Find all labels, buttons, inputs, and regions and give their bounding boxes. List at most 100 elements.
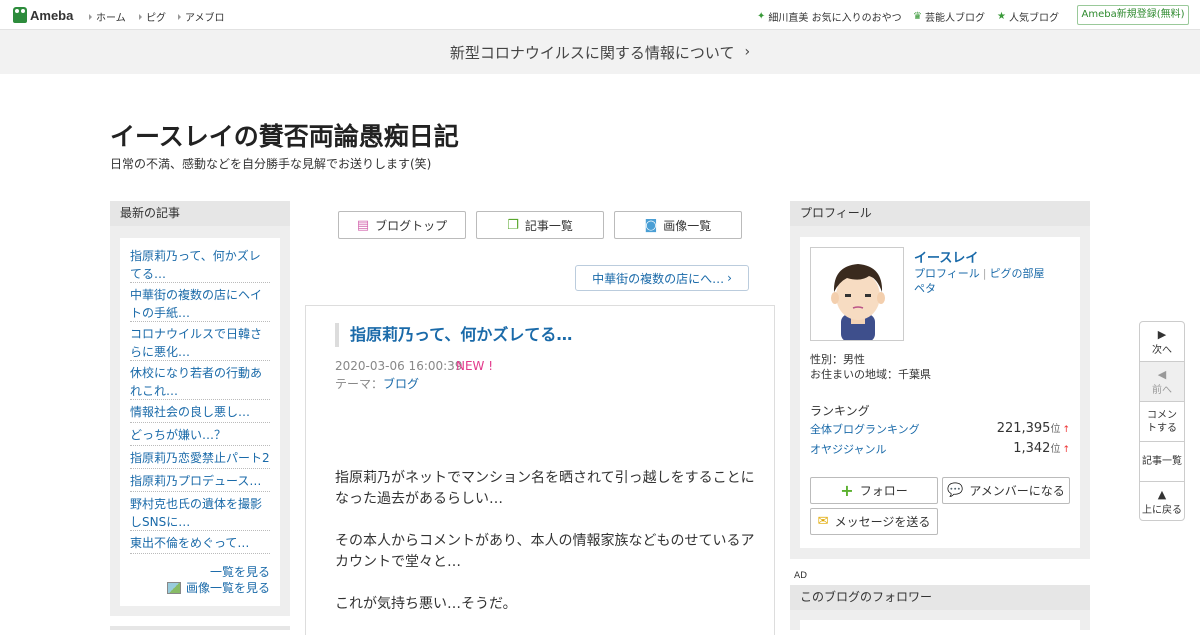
avatar-image [811,248,903,340]
profile-header: プロフィール [790,201,1090,226]
ranking-value: 221,395位 ↑ [997,420,1070,436]
blog-title[interactable]: イースレイの賛否両論愚痴日記 [110,117,459,153]
frog-logo-icon [13,7,27,23]
see-images-link[interactable]: 画像一覧を見る [130,579,270,596]
comment-button[interactable]: コメントする [1140,402,1184,442]
signup-button[interactable]: Ameba新規登録(無料) [1077,5,1189,25]
nav-popular-blog[interactable]: ★ 人気ブログ [997,9,1059,24]
image-list-icon [166,582,181,594]
play-right-icon: ▶ [1157,328,1167,341]
sparkle-icon: ✦ [757,11,766,22]
next-post-button[interactable]: 中華街の複数の店にへ… › [575,265,749,291]
followers-body [800,620,1080,630]
amember-label: アメンバーになる [969,484,1065,498]
theme-label: テーマ： [335,377,384,391]
document-icon: ▤ [356,217,370,233]
image-list-button[interactable]: ◙ 画像一覧 [614,211,742,239]
play-left-icon: ◀ [1157,368,1167,381]
nav-ameblo[interactable]: アメブロ [178,9,225,24]
triangle-up-icon: ▲ [1157,488,1167,501]
follow-button[interactable]: + フォロー [810,477,938,504]
avatar[interactable] [810,247,904,341]
theme-link[interactable]: ブログ [383,377,419,391]
region-info: お住まいの地域：千葉県 [810,368,931,381]
follow-label: フォロー [859,484,908,498]
gender-info: 性別：男性 [810,353,865,366]
next-post-label: 中華街の複数の店にへ… [592,271,725,286]
recent-post-link[interactable]: 指原莉乃って、何かズレてる… [130,247,270,283]
recent-posts-header: 最新の記事 [110,201,290,226]
ad-label: AD [794,571,808,581]
amember-button[interactable]: 💬 アメンバーになる [942,477,1070,504]
crown-icon: ♛ [913,11,922,22]
nav-favorite-snack-label: 細川直美 お気に入りのおやつ [768,13,902,24]
camera-icon: ◙ [644,217,658,233]
nav-popular-blog-label: 人気ブログ [1008,13,1059,24]
nav-celebrity-blog[interactable]: ♛ 芸能人ブログ [913,9,985,24]
ranking-label[interactable]: オヤジジャンル [810,441,886,457]
article-date: 2020-03-06 16:00:39 [335,359,463,373]
peta-link[interactable]: ペタ [914,282,936,295]
back-to-top-button[interactable]: ▲ 上に戻る [1140,482,1184,520]
ranking-value: 1,342位 ↑ [1013,440,1070,456]
article-theme: テーマ：ブログ [335,375,419,392]
blog-description: 日常の不満、感動などを自分勝手な見解でお送りします(笑) [110,157,432,171]
prev-button[interactable]: ◀ 前へ [1140,362,1184,402]
ameba-logo[interactable]: Ameba [13,7,73,23]
covid-notice-link[interactable]: 新型コロナウイルスに関する情報について › [0,30,1200,74]
rank-unit: 位 [1050,424,1061,435]
star-icon: ★ [997,11,1006,22]
notice-text: 新型コロナウイルスに関する情報について [449,43,735,62]
rank-number: 1,342 [1013,441,1051,456]
image-list-label: 画像一覧 [663,218,712,233]
nav-pigg[interactable]: ピグ [139,9,166,24]
article-title[interactable]: 指原莉乃って、何かズレてる… [335,323,572,347]
ranking-title: ランキング [810,404,870,418]
link-separator: | [982,267,987,280]
envelope-icon: ✉ [817,514,829,529]
recent-post-link[interactable]: 指原莉乃恋愛禁止パート2 [130,449,270,469]
chevron-right-icon: › [727,271,732,285]
nav-celebrity-blog-label: 芸能人ブログ [924,13,985,24]
arrow-up-icon: ↑ [1062,425,1070,435]
next-label: 次へ [1152,345,1172,356]
chevron-right-icon: › [744,44,751,60]
recent-post-link[interactable]: 指原莉乃プロデュース… [130,472,270,492]
nav-home[interactable]: ホーム [89,9,126,24]
message-label: メッセージを送る [834,515,931,529]
floating-nav: ▶ 次へ ◀ 前へ コメントする 記事一覧 ▲ 上に戻る [1139,321,1185,521]
article-list-float-button[interactable]: 記事一覧 [1140,442,1184,482]
message-button[interactable]: ✉ メッセージを送る [810,508,938,535]
plus-icon: + [840,481,854,500]
logo-text: Ameba [30,7,74,23]
see-images-label: 画像一覧を見る [185,581,270,595]
blog-top-label: ブログトップ [375,218,448,233]
ranking-label[interactable]: 全体ブログランキング [810,421,920,437]
blog-top-button[interactable]: ▤ ブログトップ [338,211,466,239]
profile-link[interactable]: プロフィール [914,267,980,280]
copy-icon: ❐ [507,217,519,233]
arrow-up-icon: ↑ [1062,445,1070,455]
article-paragraph: 指原莉乃がネットでマンション名を晒されて引っ越しをすることになった過去があるらし… [335,470,755,507]
article-list-float-label: 記事一覧 [1142,456,1182,467]
recent-post-link[interactable]: 中華街の複数の店にヘイトの手紙… [130,286,270,322]
prev-label: 前へ [1152,385,1172,396]
comment-label: コメントする [1147,410,1177,434]
profile-name[interactable]: イースレイ [914,247,978,266]
rank-number: 221,395 [996,421,1051,436]
recent-post-link[interactable]: どっちが嫌い…？ [130,426,270,446]
recent-post-link[interactable]: コロナウイルスで日韓さらに悪化… [130,325,270,361]
see-all-posts-link[interactable]: 一覧を見る [130,563,270,580]
article-paragraph: その本人からコメントがあり、本人の情報家族などものせているアカウントで堂々と… [335,533,755,570]
recent-post-link[interactable]: 休校になり若者の行動あれこれ… [130,364,270,400]
next-button[interactable]: ▶ 次へ [1140,322,1184,362]
recent-post-link[interactable]: 東出不倫をめぐって… [130,534,270,554]
profile-links: プロフィール | ピグの部屋 ペタ [914,266,1064,296]
recent-post-link[interactable]: 情報社会の良し悪し… [130,403,270,423]
pigg-room-link[interactable]: ピグの部屋 [990,267,1045,280]
nav-favorite-snack[interactable]: ✦ 細川直美 お気に入りのおやつ [757,9,902,24]
rank-unit: 位 [1050,444,1061,455]
article-list-button[interactable]: ❐ 記事一覧 [476,211,604,239]
recent-post-link[interactable]: 野村克也氏の遺体を撮影しSNSに… [130,495,270,531]
new-badge: NEW ! [456,359,494,373]
